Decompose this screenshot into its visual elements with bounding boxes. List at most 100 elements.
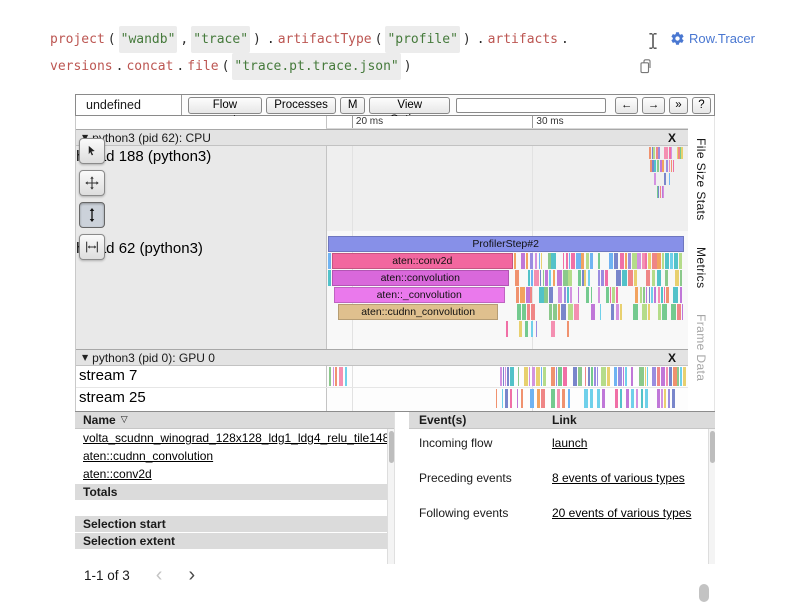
view-options-button[interactable]: View Options bbox=[369, 97, 450, 114]
trace-slice[interactable] bbox=[591, 304, 596, 320]
trace-slice[interactable] bbox=[578, 287, 579, 303]
trace-slice[interactable] bbox=[620, 304, 622, 320]
trace-slice[interactable] bbox=[578, 270, 581, 286]
trace-slice[interactable] bbox=[673, 367, 677, 386]
trace-slice[interactable] bbox=[654, 287, 656, 303]
trace-slice[interactable] bbox=[526, 253, 528, 269]
trace-slice[interactable] bbox=[598, 287, 600, 303]
trace-slice[interactable] bbox=[648, 253, 651, 269]
trace-slice[interactable] bbox=[647, 367, 648, 386]
trace-slice[interactable] bbox=[660, 186, 661, 198]
trace-slice[interactable] bbox=[574, 304, 579, 320]
trace-slice[interactable] bbox=[681, 147, 682, 159]
trace-slice[interactable] bbox=[597, 367, 598, 386]
trace-slice[interactable] bbox=[544, 287, 548, 303]
trace-slice[interactable] bbox=[622, 270, 627, 286]
trace-slice[interactable] bbox=[680, 270, 682, 286]
trace-slice[interactable] bbox=[665, 270, 668, 286]
trace-slice[interactable] bbox=[543, 270, 544, 286]
trace-slice[interactable] bbox=[657, 389, 661, 408]
trace-slice[interactable] bbox=[590, 389, 593, 408]
trace-slice[interactable] bbox=[591, 287, 592, 303]
trace-slice[interactable] bbox=[339, 367, 343, 386]
trace-slice[interactable] bbox=[515, 270, 519, 286]
slice-aten::_convolution[interactable]: aten::_convolution bbox=[334, 287, 505, 303]
trace-slice[interactable] bbox=[605, 270, 608, 286]
query-editor[interactable]: project("wandb","trace").artifactType("p… bbox=[50, 26, 635, 80]
trace-slice[interactable] bbox=[553, 304, 556, 320]
trace-slice[interactable] bbox=[646, 287, 647, 303]
slice-aten::cudnn_convolution[interactable]: aten::cudnn_convolution bbox=[338, 304, 499, 320]
trace-slice[interactable] bbox=[586, 287, 590, 303]
trace-slice[interactable] bbox=[628, 253, 631, 269]
track-timeline-thread-62[interactable]: ProfilerStep#2aten::conv2daten::convolut… bbox=[326, 231, 688, 349]
trace-slice[interactable] bbox=[639, 367, 641, 386]
trace-slice[interactable] bbox=[680, 287, 682, 303]
trace-slice[interactable] bbox=[631, 367, 633, 386]
trace-slice[interactable] bbox=[502, 389, 503, 408]
trace-slice[interactable] bbox=[618, 367, 622, 386]
name-column-header[interactable]: Name ▽ bbox=[75, 412, 394, 429]
trace-slice[interactable] bbox=[620, 253, 625, 269]
trace-slice[interactable] bbox=[506, 321, 508, 337]
trace-slice[interactable] bbox=[536, 321, 537, 337]
trace-slice[interactable] bbox=[505, 367, 506, 386]
trace-slice[interactable] bbox=[586, 253, 589, 269]
trace-slice[interactable] bbox=[335, 367, 337, 386]
panel-selector[interactable]: Row.Tracer bbox=[670, 31, 755, 46]
trace-slice[interactable] bbox=[561, 304, 566, 320]
trace-slice[interactable] bbox=[551, 389, 555, 408]
trace-slice[interactable] bbox=[531, 304, 535, 320]
pointer-tool-button[interactable] bbox=[79, 138, 105, 164]
trace-slice[interactable] bbox=[620, 389, 622, 408]
trace-slice[interactable] bbox=[666, 367, 667, 386]
trace-slice[interactable] bbox=[503, 367, 504, 386]
track-timeline-thread-188[interactable] bbox=[326, 146, 688, 231]
trace-slice[interactable] bbox=[505, 389, 508, 408]
trace-slice[interactable] bbox=[598, 270, 600, 286]
trace-slice[interactable] bbox=[626, 389, 629, 408]
trace-slice[interactable] bbox=[641, 367, 644, 386]
trace-slice[interactable] bbox=[328, 270, 331, 286]
copy-icon[interactable] bbox=[638, 58, 653, 80]
trace-slice[interactable] bbox=[636, 389, 639, 408]
trace-slice[interactable] bbox=[518, 367, 520, 386]
trace-slice[interactable] bbox=[642, 304, 647, 320]
trace-slice[interactable] bbox=[675, 270, 679, 286]
find-next-button[interactable]: → bbox=[642, 97, 665, 114]
trace-slice[interactable] bbox=[517, 389, 518, 408]
trace-slice[interactable] bbox=[614, 253, 619, 269]
trace-slice[interactable] bbox=[616, 287, 618, 303]
trace-slice[interactable] bbox=[532, 367, 535, 386]
trace-slice[interactable] bbox=[585, 367, 587, 386]
trace-slice[interactable] bbox=[551, 367, 555, 386]
trace-slice[interactable] bbox=[594, 367, 595, 386]
scrollbar-thumb[interactable] bbox=[389, 431, 394, 463]
trace-slice[interactable] bbox=[646, 270, 650, 286]
trace-slice[interactable] bbox=[661, 389, 662, 408]
trace-slice[interactable] bbox=[549, 270, 551, 286]
trace-slice[interactable] bbox=[558, 304, 560, 320]
trace-slice[interactable] bbox=[625, 367, 627, 386]
timeline-ruler[interactable]: 20 ms30 ms bbox=[326, 116, 688, 129]
trace-slice[interactable] bbox=[664, 389, 666, 408]
process-header-gpu[interactable]: ▼ python3 (pid 0): GPU 0 X bbox=[76, 349, 688, 366]
trace-slice[interactable] bbox=[660, 160, 662, 172]
trace-slice[interactable] bbox=[652, 367, 656, 386]
trace-slice[interactable] bbox=[496, 389, 498, 408]
trace-slice[interactable] bbox=[591, 367, 593, 386]
trace-slice[interactable] bbox=[556, 367, 557, 386]
trace-slice[interactable] bbox=[645, 253, 646, 269]
trace-slice[interactable] bbox=[616, 304, 619, 320]
trace-slice[interactable] bbox=[665, 253, 669, 269]
event-row-link[interactable]: 20 events of various types bbox=[552, 506, 715, 520]
trace-slice[interactable] bbox=[576, 253, 581, 269]
trace-slice[interactable] bbox=[634, 270, 637, 286]
trace-slice[interactable] bbox=[548, 253, 550, 269]
trace-slice[interactable] bbox=[537, 389, 540, 408]
trace-slice[interactable] bbox=[529, 367, 530, 386]
vertical-zoom-tool-button[interactable] bbox=[79, 202, 105, 228]
trace-slice[interactable] bbox=[329, 367, 331, 386]
trace-slice[interactable] bbox=[510, 389, 512, 408]
trace-slice[interactable] bbox=[557, 389, 561, 408]
